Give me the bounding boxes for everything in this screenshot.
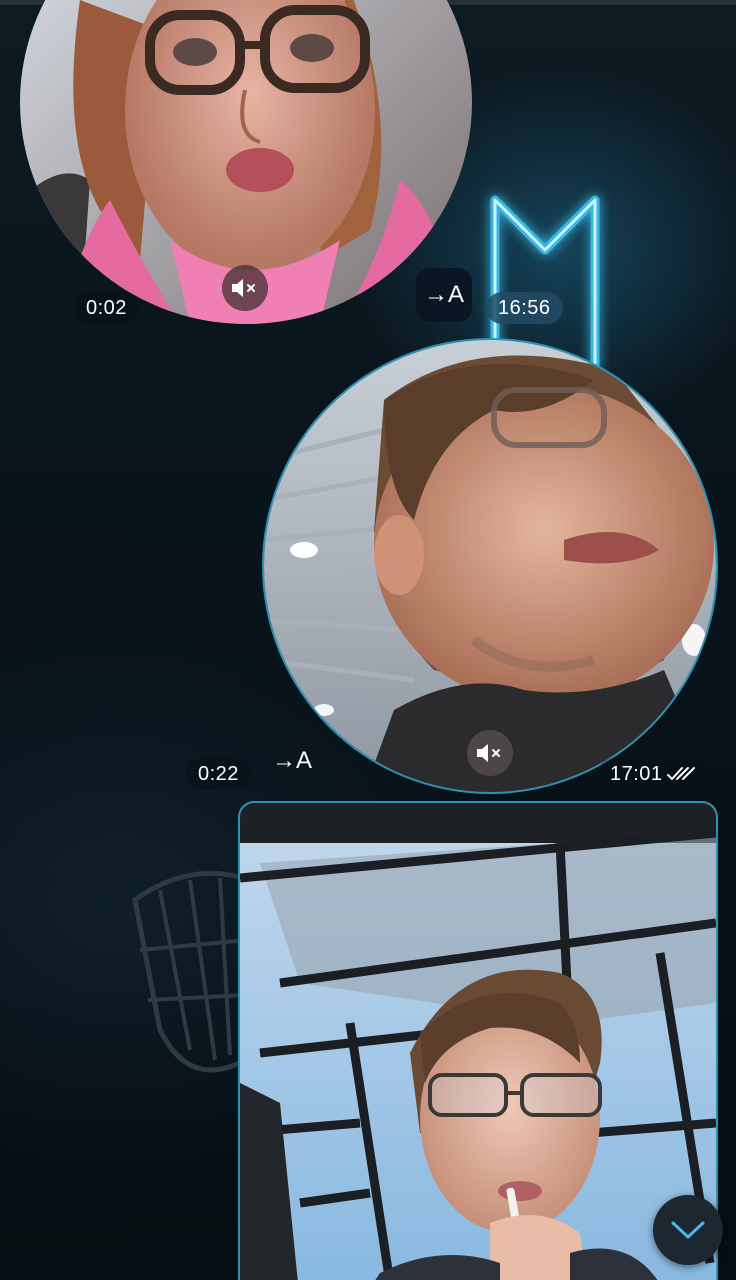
round-video-message-1[interactable] <box>20 0 472 324</box>
chair-silhouette-decoration <box>132 870 253 1073</box>
translate-button[interactable]: →A <box>416 268 472 322</box>
translate-icon: →A <box>423 281 464 308</box>
round-video-message-2[interactable] <box>264 340 716 792</box>
video-message-3[interactable] <box>240 803 716 1280</box>
video-frame-man-outdoor <box>240 803 716 1280</box>
mute-badge[interactable] <box>222 265 268 311</box>
speaker-muted-icon <box>477 744 500 762</box>
translate-icon: →A <box>271 747 312 774</box>
translate-button[interactable]: →A <box>264 734 320 788</box>
message-time: 17:01 <box>610 763 663 785</box>
chevron-down-icon <box>671 1221 705 1239</box>
scroll-to-bottom-button[interactable] <box>653 1195 723 1265</box>
video-duration-label: 0:02 <box>74 292 139 324</box>
speaker-muted-icon <box>232 279 255 297</box>
mute-badge[interactable] <box>467 730 513 776</box>
message-time-badge: 16:56 <box>486 292 563 324</box>
double-check-icon <box>666 767 695 780</box>
video-duration-label: 0:22 <box>186 758 251 790</box>
round-video-frame-man <box>264 340 716 792</box>
message-time-badge: 17:01 <box>598 758 707 790</box>
chat-screen: 0:02 →A 16:56 0:22 →A 17:01 <box>0 0 736 1280</box>
